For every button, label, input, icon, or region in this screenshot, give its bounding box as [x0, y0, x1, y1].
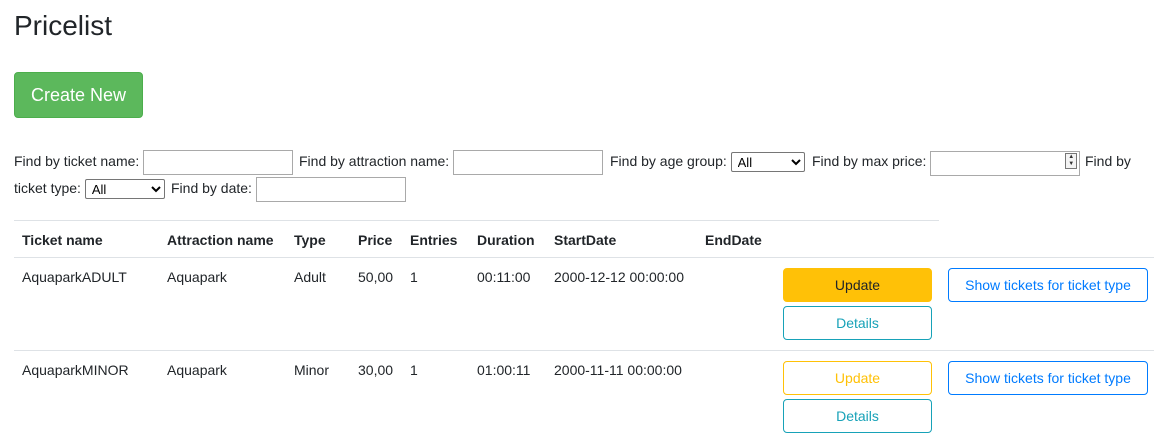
age-group-filter-select[interactable]: All	[730, 152, 805, 173]
age-group-filter-label: Find by age group:	[610, 153, 727, 169]
cell-price: 30,00	[358, 362, 394, 378]
column-header-price: Price	[358, 232, 393, 248]
date-filter-input[interactable]	[255, 176, 406, 202]
column-header-type: Type	[294, 232, 326, 248]
page-title: Pricelist	[14, 10, 113, 41]
column-header-ticket-name: Ticket name	[22, 232, 103, 248]
cell-entries: 1	[410, 269, 418, 285]
attraction-name-filter-label: Find by attraction name:	[299, 153, 450, 169]
show-tickets-button[interactable]: Show tickets for ticket type	[948, 361, 1148, 395]
cell-ticket-name: AquaparkADULT	[22, 269, 127, 285]
ticket-name-filter-label: Find by ticket name:	[14, 153, 140, 169]
cell-type: Minor	[294, 362, 330, 378]
column-header-end-date: EndDate	[705, 232, 762, 248]
details-button[interactable]: Details	[783, 306, 932, 340]
cell-duration: 01:00:11	[477, 362, 531, 378]
row-divider	[14, 350, 1154, 351]
cell-type: Adult	[294, 269, 326, 285]
table-top-border	[14, 220, 939, 221]
update-button[interactable]: Update	[783, 361, 932, 395]
max-price-filter-label: Find by max price:	[812, 153, 927, 169]
column-header-entries: Entries	[410, 232, 458, 248]
column-header-duration: Duration	[477, 232, 535, 248]
cell-attraction-name: Aquapark	[167, 269, 227, 285]
column-header-start-date: StartDate	[554, 232, 617, 248]
date-filter-label: Find by date:	[171, 180, 252, 196]
spinner-arrows-icon[interactable]: ▲ ▼	[1065, 152, 1078, 169]
ticket-type-filter-label-part2: ticket type:	[14, 180, 81, 196]
cell-price: 50,00	[358, 269, 394, 285]
cell-start-date: 2000-11-11 00:00:00	[554, 362, 682, 378]
ticket-type-filter-select[interactable]: All	[84, 179, 165, 200]
cell-ticket-name: AquaparkMINOR	[22, 362, 129, 378]
ticket-type-filter-label-part1: Find by	[1085, 153, 1131, 169]
attraction-name-filter-input[interactable]	[453, 149, 604, 175]
show-tickets-button[interactable]: Show tickets for ticket type	[948, 268, 1148, 302]
cell-duration: 00:11:00	[477, 269, 531, 285]
ticket-name-filter-input[interactable]	[143, 149, 294, 175]
cell-attraction-name: Aquapark	[167, 362, 227, 378]
update-button[interactable]: Update	[783, 268, 932, 302]
cell-entries: 1	[410, 362, 418, 378]
max-price-filter-input[interactable]	[930, 150, 1081, 176]
details-button[interactable]: Details	[783, 399, 932, 433]
column-header-attraction-name: Attraction name	[167, 232, 274, 248]
row-divider	[14, 257, 1154, 258]
cell-start-date: 2000-12-12 00:00:00	[554, 269, 684, 285]
create-new-button[interactable]: Create New	[14, 72, 143, 118]
